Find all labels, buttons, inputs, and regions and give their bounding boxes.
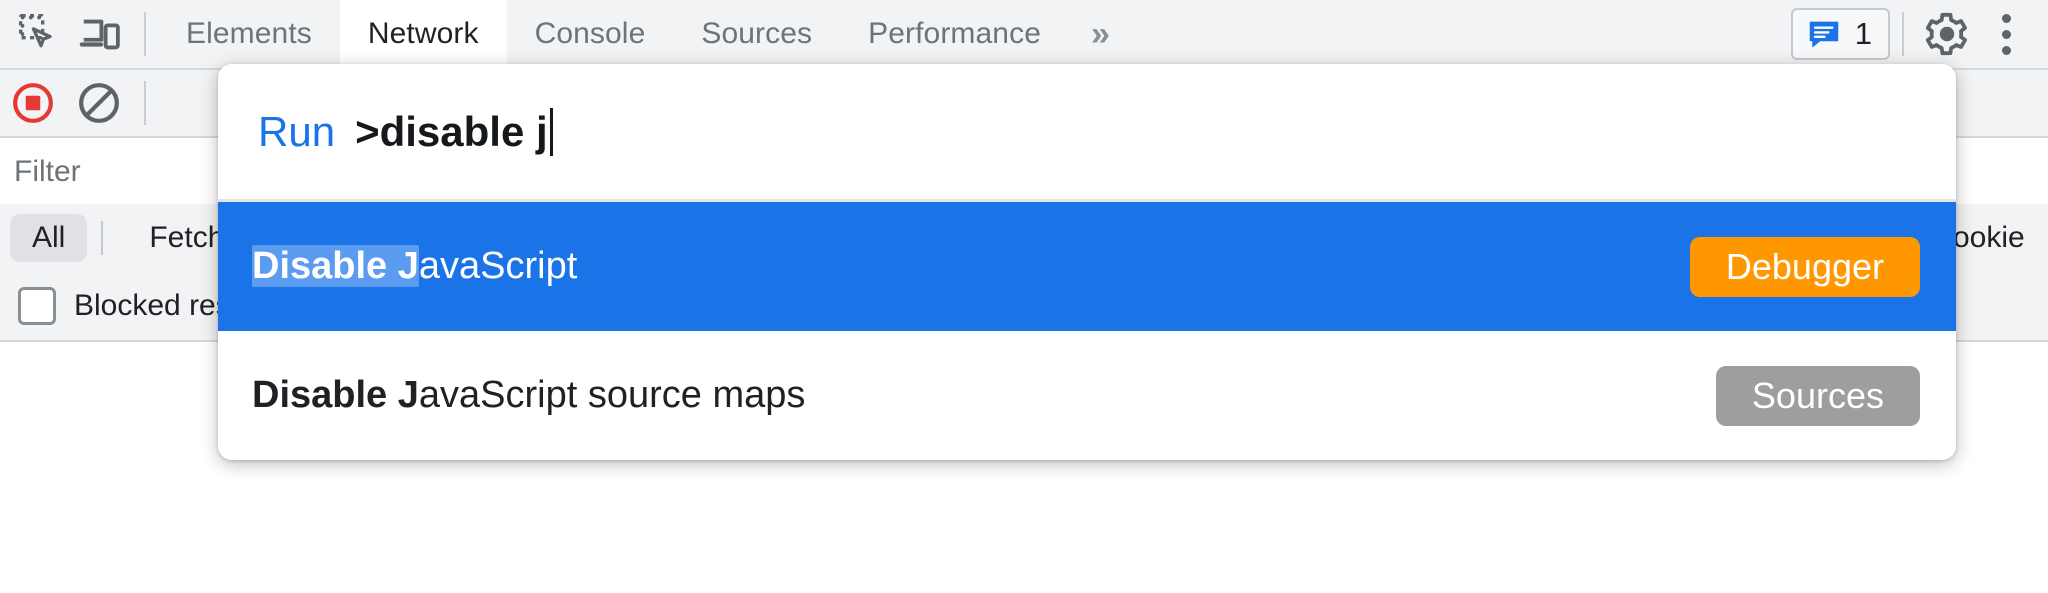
result-rest-text: avaScript source maps bbox=[418, 374, 806, 416]
toolbar-divider bbox=[144, 12, 146, 56]
command-palette-query: >disable j bbox=[355, 107, 553, 156]
tabbar-right-actions: 1 bbox=[1790, 0, 2048, 69]
command-palette-run-prefix: Run bbox=[258, 107, 336, 155]
inspect-element-icon[interactable] bbox=[8, 3, 70, 65]
command-palette-result-row[interactable]: Disable JavaScript source maps Sources bbox=[218, 331, 1956, 460]
result-title: Disable JavaScript bbox=[252, 245, 577, 288]
panel-tabs: Elements Network Console Sources Perform… bbox=[158, 0, 1132, 69]
tab-network[interactable]: Network bbox=[339, 0, 507, 69]
message-bubble-icon bbox=[1805, 15, 1843, 53]
toolbar-divider-right bbox=[1902, 12, 1904, 56]
command-palette-dialog: Run >disable j Disable JavaScript Debugg… bbox=[218, 64, 1956, 460]
three-dot-menu-icon[interactable] bbox=[1978, 4, 2034, 64]
device-toolbar-icon[interactable] bbox=[70, 3, 132, 65]
tab-sources[interactable]: Sources bbox=[673, 0, 840, 69]
command-palette-result-row[interactable]: Disable JavaScript Debugger bbox=[218, 202, 1956, 331]
more-tabs-label: » bbox=[1090, 14, 1110, 53]
message-count-badge[interactable]: 1 bbox=[1790, 8, 1890, 60]
result-tag-debugger: Debugger bbox=[1689, 236, 1920, 297]
tab-console[interactable]: Console bbox=[507, 0, 674, 69]
result-match-text: Disable J bbox=[252, 245, 419, 287]
chip-divider bbox=[101, 221, 104, 255]
tab-elements[interactable]: Elements bbox=[158, 0, 340, 69]
tab-sources-label: Sources bbox=[701, 17, 813, 50]
result-rest-text: avaScript bbox=[418, 245, 578, 287]
message-count: 1 bbox=[1854, 16, 1872, 51]
menu-dot bbox=[2001, 45, 2011, 55]
blocked-response-cookies-checkbox[interactable] bbox=[18, 287, 56, 325]
devtools-tabbar: Elements Network Console Sources Perform… bbox=[0, 0, 2048, 70]
type-chip-all[interactable]: All bbox=[10, 214, 88, 262]
result-tag-sources: Sources bbox=[1715, 365, 1920, 426]
result-match-text: Disable J bbox=[252, 374, 419, 416]
tab-console-label: Console bbox=[534, 17, 646, 50]
tab-elements-label: Elements bbox=[186, 17, 312, 50]
menu-dot bbox=[2001, 29, 2011, 39]
more-tabs-chevron-icon[interactable]: » bbox=[1069, 0, 1132, 69]
filter-input[interactable]: Filter bbox=[0, 155, 81, 189]
tab-performance-label: Performance bbox=[868, 17, 1041, 50]
clear-network-log-icon[interactable] bbox=[66, 73, 132, 133]
gear-icon[interactable] bbox=[1916, 3, 1978, 65]
result-title: Disable JavaScript source maps bbox=[252, 374, 805, 417]
record-stop-icon[interactable] bbox=[0, 73, 66, 133]
network-toolbar-divider bbox=[144, 81, 146, 125]
tab-performance[interactable]: Performance bbox=[840, 0, 1069, 69]
tab-network-label: Network bbox=[367, 17, 479, 50]
menu-dot bbox=[2001, 13, 2011, 23]
devtools-window: Elements Network Console Sources Perform… bbox=[0, 0, 2048, 593]
text-caret bbox=[549, 107, 553, 156]
command-palette-input-row[interactable]: Run >disable j bbox=[218, 64, 1956, 202]
command-palette-query-text: >disable j bbox=[355, 107, 548, 155]
blocked-cookies-cut-text: ookie bbox=[1953, 221, 2025, 254]
